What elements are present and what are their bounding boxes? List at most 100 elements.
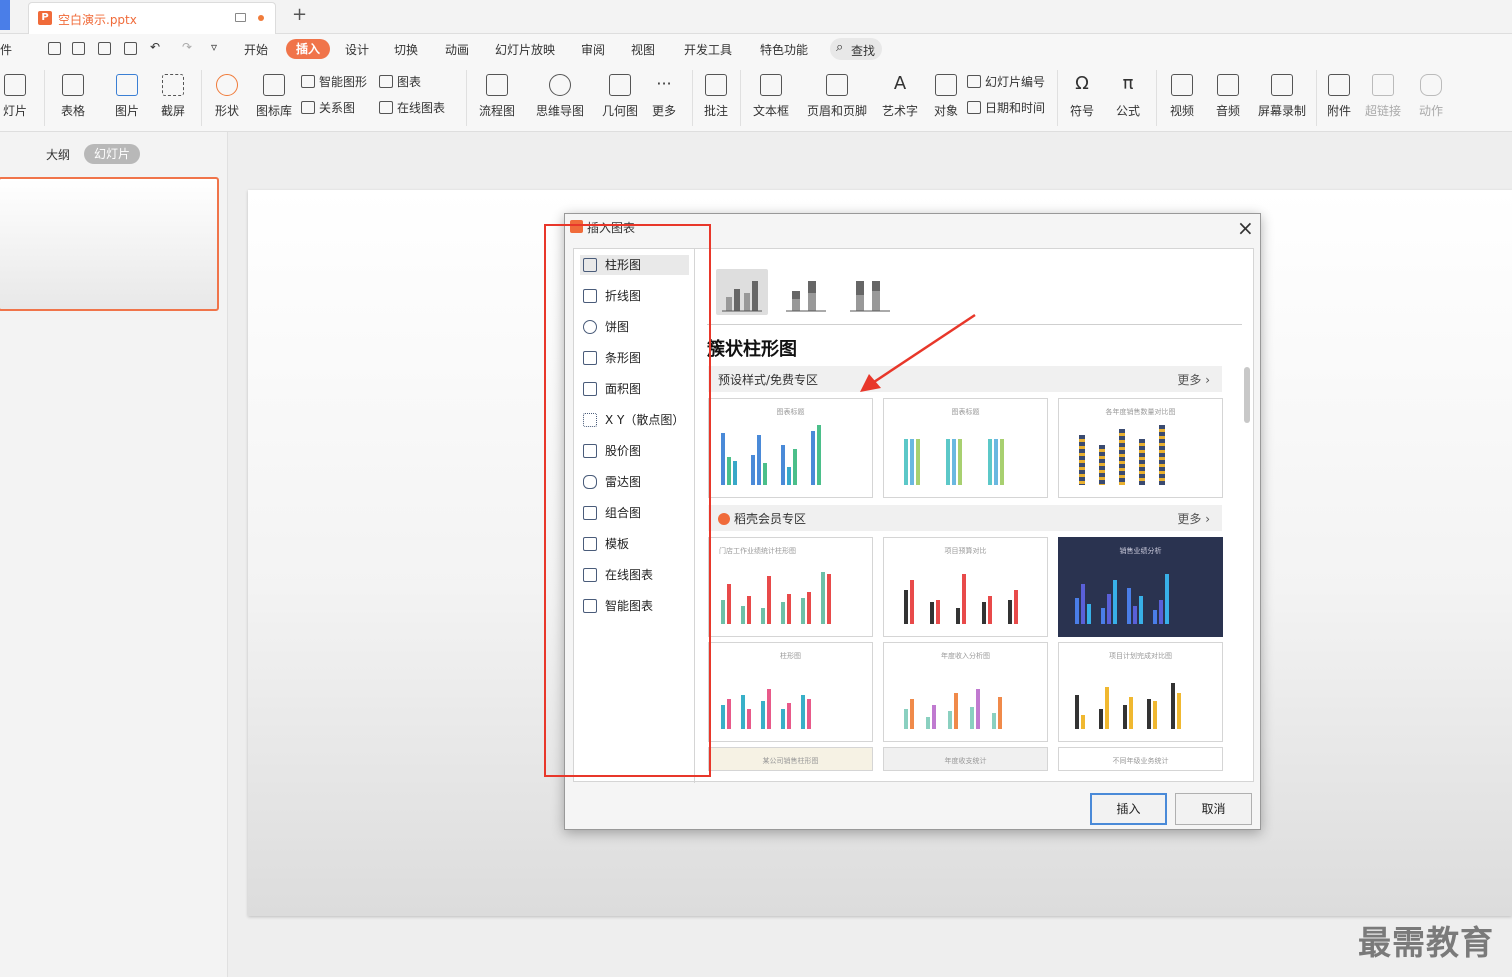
insert-button[interactable]: 插入 <box>1090 793 1167 825</box>
subtype-percent-stacked[interactable] <box>844 269 896 315</box>
divider <box>1057 70 1058 126</box>
card-caption: 门店工作业绩统计柱形图 <box>719 547 796 555</box>
slide-thumbnail[interactable] <box>0 177 219 311</box>
template-card[interactable]: 年度收入分析图 <box>883 642 1048 742</box>
chart-button[interactable]: 图表 <box>379 72 421 92</box>
tab-home[interactable]: 开始 <box>244 41 268 58</box>
hyperlink-button[interactable]: 超链接 <box>1360 74 1406 119</box>
file-menu[interactable]: 件 <box>0 41 12 58</box>
template-card[interactable]: 各年度销售数量对比图 <box>1058 398 1223 498</box>
redo-icon[interactable]: ↷ <box>182 40 192 54</box>
undo-icon[interactable]: ↶ <box>150 40 160 54</box>
action-button[interactable]: 动作 <box>1412 74 1450 119</box>
app-home-button[interactable] <box>0 0 10 30</box>
tab-animation[interactable]: 动画 <box>445 41 469 58</box>
smart-shape-button[interactable]: 智能图形 <box>301 72 367 92</box>
new-tab-icon[interactable]: + <box>292 6 307 24</box>
art-text-button[interactable]: A 艺术字 <box>876 74 924 119</box>
tab-review[interactable]: 审阅 <box>581 41 605 58</box>
tab-special[interactable]: 特色功能 <box>760 41 808 58</box>
online-chart-button[interactable]: 在线图表 <box>379 98 445 118</box>
card-caption: 销售业绩分析 <box>1119 547 1162 555</box>
customize-icon[interactable]: ▿ <box>211 40 217 54</box>
tab-view[interactable]: 视图 <box>631 41 655 58</box>
datetime-button[interactable]: 日期和时间 <box>967 98 1045 118</box>
search-box[interactable]: ⌕ 查找 <box>830 38 882 60</box>
search-icon: ⌕ <box>836 40 844 55</box>
print-preview-icon[interactable] <box>124 42 137 55</box>
tab-developer[interactable]: 开发工具 <box>684 41 732 58</box>
video-button[interactable]: 视频 <box>1162 74 1202 119</box>
card-caption: 年度收支统计 <box>944 757 987 765</box>
object-button[interactable]: 对象 <box>930 74 962 119</box>
table-button[interactable]: 表格 <box>50 74 96 119</box>
subtype-stacked[interactable] <box>780 269 832 315</box>
paperclip-icon <box>1328 74 1350 96</box>
tab-design[interactable]: 设计 <box>345 41 369 58</box>
scrollbar[interactable] <box>1244 367 1250 423</box>
divider <box>1156 70 1157 126</box>
symbol-button[interactable]: Ω 符号 <box>1062 74 1102 119</box>
attachment-button[interactable]: 附件 <box>1320 74 1358 119</box>
document-title: 空白演示.pptx <box>58 13 137 27</box>
template-card[interactable]: 不同年级业务统计 <box>1058 747 1223 771</box>
export-icon[interactable] <box>72 42 85 55</box>
save-icon[interactable] <box>48 42 61 55</box>
template-card[interactable]: 项目计划完成对比图 <box>1058 642 1223 742</box>
template-card[interactable]: 销售业绩分析 <box>1058 537 1223 637</box>
tab-transition[interactable]: 切换 <box>394 41 418 58</box>
geometry-icon <box>609 74 631 96</box>
tab-slides[interactable]: 幻灯片 <box>84 144 140 164</box>
divider <box>1316 70 1317 126</box>
mindmap-button[interactable]: 思维导图 <box>532 74 588 119</box>
tab-slideshow[interactable]: 幻灯片放映 <box>495 41 555 58</box>
section-member-label: 稻壳会员专区 <box>734 512 807 526</box>
formula-button[interactable]: π 公式 <box>1106 74 1150 119</box>
screenshot-button[interactable]: 截屏 <box>150 74 196 119</box>
flowchart-icon <box>486 74 508 96</box>
ribbon: 灯片 表格 图片 截屏 形状 图标库 智能图形 图表 关系图 在线图表 流程图 … <box>0 64 1512 132</box>
icon-library-button[interactable]: 图标库 <box>252 74 296 119</box>
flowchart-button[interactable]: 流程图 <box>472 74 522 119</box>
divider <box>692 70 693 126</box>
tab-insert[interactable]: 插入 <box>286 39 330 59</box>
audio-button[interactable]: 音频 <box>1208 74 1248 119</box>
template-card[interactable]: 图表标题 <box>708 398 873 498</box>
new-slide-button[interactable]: 灯片 <box>0 74 40 119</box>
header-footer-button[interactable]: 页眉和页脚 <box>806 74 868 119</box>
slide-pane: 大纲 幻灯片 <box>0 132 228 977</box>
subtype-clustered[interactable] <box>716 269 768 315</box>
template-card[interactable]: 门店工作业绩统计柱形图 <box>708 537 873 637</box>
tab-outline[interactable]: 大纲 <box>46 146 70 163</box>
comment-button[interactable]: 批注 <box>698 74 734 119</box>
icon-library-icon <box>263 74 285 96</box>
monitor-icon[interactable] <box>235 13 246 22</box>
close-icon[interactable]: × <box>1237 216 1254 240</box>
more-button[interactable]: ··· 更多 <box>644 74 684 119</box>
template-card[interactable]: 某公司销售柱形图 <box>708 747 873 771</box>
document-tab[interactable]: P 空白演示.pptx <box>28 2 276 34</box>
geometry-button[interactable]: 几何图 <box>598 74 642 119</box>
mouse-icon <box>1420 74 1442 96</box>
print-icon[interactable] <box>98 42 111 55</box>
relation-button[interactable]: 关系图 <box>301 98 355 118</box>
watermark: 最需教育 <box>1358 923 1494 962</box>
slide-number-button[interactable]: 幻灯片编号 <box>967 72 1045 92</box>
cancel-button[interactable]: 取消 <box>1175 793 1252 825</box>
template-card[interactable]: 年度收支统计 <box>883 747 1048 771</box>
chart-preview <box>721 425 861 485</box>
screen-record-button[interactable]: 屏幕录制 <box>1254 74 1310 119</box>
divider <box>201 70 202 126</box>
shape-button[interactable]: 形状 <box>204 74 250 119</box>
more-link[interactable]: 更多 › <box>1177 371 1210 388</box>
template-card[interactable]: 柱形图 <box>708 642 873 742</box>
template-card[interactable]: 图表标题 <box>883 398 1048 498</box>
textbox-button[interactable]: 文本框 <box>746 74 796 119</box>
smart-shape-icon <box>301 75 315 88</box>
picture-button[interactable]: 图片 <box>104 74 150 119</box>
calendar-icon <box>967 101 981 114</box>
template-card[interactable]: 项目预算对比 <box>883 537 1048 637</box>
more-link[interactable]: 更多 › <box>1177 510 1210 527</box>
omega-icon: Ω <box>1075 73 1089 94</box>
chart-preview <box>904 425 1044 485</box>
